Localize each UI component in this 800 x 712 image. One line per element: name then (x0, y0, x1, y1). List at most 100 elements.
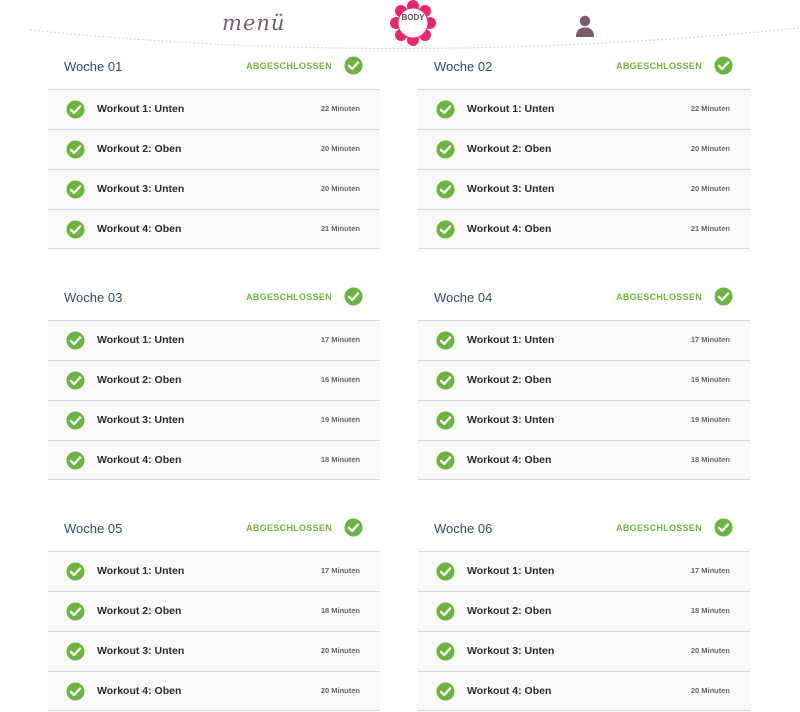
week-card-header[interactable]: Woche 01 ABGESCHLOSSEN (48, 47, 380, 89)
check-circle-icon (436, 411, 455, 430)
flower-logo-icon[interactable]: BODY (390, 0, 436, 46)
workout-label: Workout 2: Oben (97, 605, 182, 617)
check-circle-icon (436, 180, 455, 199)
workout-duration: 20 Minuten (690, 646, 730, 655)
workout-duration: 17 Minuten (320, 566, 360, 575)
workout-duration: 20 Minuten (320, 144, 360, 153)
check-circle-icon (66, 411, 85, 430)
check-circle-icon (436, 331, 455, 350)
workout-label: Workout 4: Oben (97, 685, 182, 697)
workout-label: Workout 4: Oben (467, 685, 552, 697)
workout-label: Workout 3: Unten (467, 645, 555, 657)
week-card-header[interactable]: Woche 05 ABGESCHLOSSEN (48, 509, 380, 551)
workout-row[interactable]: Workout 4: Oben 21 Minuten (418, 209, 750, 249)
workout-row[interactable]: Workout 3: Unten 20 Minuten (418, 631, 750, 671)
workout-label: Workout 4: Oben (467, 454, 552, 466)
workout-row[interactable]: Workout 1: Unten 17 Minuten (48, 551, 380, 591)
check-circle-icon (66, 642, 85, 661)
workout-row[interactable]: Workout 4: Oben 21 Minuten (48, 209, 380, 249)
workout-label: Workout 3: Unten (467, 414, 555, 426)
workout-row[interactable]: Workout 1: Unten 22 Minuten (48, 89, 380, 129)
workout-row[interactable]: Workout 3: Unten 19 Minuten (48, 400, 380, 440)
workout-row[interactable]: Workout 2: Oben 20 Minuten (48, 129, 380, 169)
workout-row[interactable]: Workout 2: Oben 16 Minuten (418, 360, 750, 400)
workout-duration: 22 Minuten (320, 104, 360, 113)
menu-button[interactable]: menü (222, 11, 285, 35)
week-title: Woche 06 (434, 521, 493, 536)
week-card: Woche 04 ABGESCHLOSSEN Workout 1: Unten 17 … (418, 278, 750, 480)
check-circle-icon (66, 180, 85, 199)
workout-label: Workout 3: Unten (97, 414, 185, 426)
check-circle-icon (714, 518, 733, 537)
check-circle-icon (714, 287, 733, 306)
workout-duration: 16 Minuten (690, 375, 730, 384)
check-circle-icon (714, 56, 733, 75)
workout-row[interactable]: Workout 4: Oben 18 Minuten (418, 440, 750, 480)
workout-duration: 20 Minuten (690, 184, 730, 193)
workout-label: Workout 2: Oben (97, 374, 182, 386)
workout-row[interactable]: Workout 3: Unten 20 Minuten (48, 169, 380, 209)
workout-duration: 17 Minuten (320, 335, 360, 344)
workout-label: Workout 4: Oben (467, 223, 552, 235)
status-label: ABGESCHLOSSEN (246, 61, 332, 71)
check-circle-icon (66, 220, 85, 239)
check-circle-icon (436, 642, 455, 661)
workout-row[interactable]: Workout 2: Oben 16 Minuten (48, 360, 380, 400)
workout-row[interactable]: Workout 4: Oben 20 Minuten (48, 671, 380, 711)
week-card-header[interactable]: Woche 04 ABGESCHLOSSEN (418, 278, 750, 320)
workout-duration: 20 Minuten (690, 686, 730, 695)
check-circle-icon (436, 602, 455, 621)
week-card-header[interactable]: Woche 06 ABGESCHLOSSEN (418, 509, 750, 551)
check-circle-icon (436, 682, 455, 701)
workout-label: Workout 3: Unten (97, 645, 185, 657)
check-circle-icon (66, 562, 85, 581)
check-circle-icon (66, 451, 85, 470)
status-label: ABGESCHLOSSEN (616, 292, 702, 302)
workout-label: Workout 4: Oben (97, 454, 182, 466)
workout-label: Workout 2: Oben (467, 143, 552, 155)
week-card-header[interactable]: Woche 02 ABGESCHLOSSEN (418, 47, 750, 89)
top-navigation-bar: menü BODY (0, 0, 800, 50)
check-circle-icon (66, 140, 85, 159)
workout-row[interactable]: Workout 2: Oben 18 Minuten (48, 591, 380, 631)
workout-row[interactable]: Workout 3: Unten 20 Minuten (48, 631, 380, 671)
logo-text-line1: BODY (401, 13, 425, 22)
check-circle-icon (436, 451, 455, 470)
workout-row[interactable]: Workout 4: Oben 20 Minuten (418, 671, 750, 711)
workout-row[interactable]: Workout 1: Unten 17 Minuten (48, 320, 380, 360)
week-card: Woche 03 ABGESCHLOSSEN Workout 1: Unten 17 … (48, 278, 380, 480)
workout-duration: 20 Minuten (320, 646, 360, 655)
user-icon[interactable] (575, 15, 595, 37)
check-circle-icon (436, 100, 455, 119)
check-circle-icon (66, 331, 85, 350)
status-label: ABGESCHLOSSEN (246, 523, 332, 533)
workout-row[interactable]: Workout 1: Unten 22 Minuten (418, 89, 750, 129)
workout-label: Workout 3: Unten (467, 183, 555, 195)
week-title: Woche 02 (434, 59, 493, 74)
workout-duration: 18 Minuten (320, 606, 360, 615)
workout-duration: 19 Minuten (320, 415, 360, 424)
check-circle-icon (436, 371, 455, 390)
workout-duration: 18 Minuten (690, 455, 730, 464)
check-circle-icon (436, 562, 455, 581)
workout-row[interactable]: Workout 2: Oben 18 Minuten (418, 591, 750, 631)
week-card-header[interactable]: Woche 03 ABGESCHLOSSEN (48, 278, 380, 320)
workout-row[interactable]: Workout 1: Unten 17 Minuten (418, 320, 750, 360)
check-circle-icon (66, 100, 85, 119)
week-title: Woche 04 (434, 290, 493, 305)
workout-label: Workout 1: Unten (467, 565, 555, 577)
workout-label: Workout 1: Unten (97, 334, 185, 346)
workout-row[interactable]: Workout 3: Unten 19 Minuten (418, 400, 750, 440)
check-circle-icon (66, 602, 85, 621)
workout-duration: 19 Minuten (690, 415, 730, 424)
workout-duration: 16 Minuten (320, 375, 360, 384)
workout-duration: 20 Minuten (690, 144, 730, 153)
workout-duration: 18 Minuten (320, 455, 360, 464)
check-circle-icon (344, 56, 363, 75)
workout-row[interactable]: Workout 1: Unten 17 Minuten (418, 551, 750, 591)
workout-row[interactable]: Workout 3: Unten 20 Minuten (418, 169, 750, 209)
workout-label: Workout 3: Unten (97, 183, 185, 195)
workout-row[interactable]: Workout 4: Oben 18 Minuten (48, 440, 380, 480)
status-label: ABGESCHLOSSEN (616, 61, 702, 71)
workout-row[interactable]: Workout 2: Oben 20 Minuten (418, 129, 750, 169)
